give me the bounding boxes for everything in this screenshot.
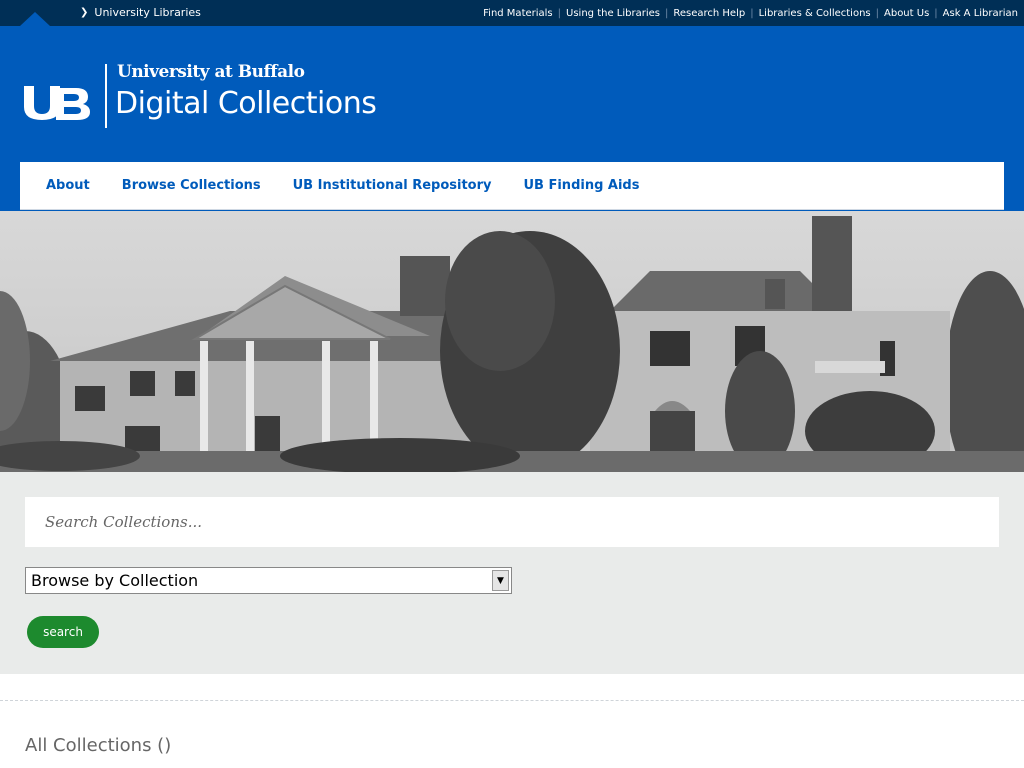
nav-ub-institutional-repository[interactable]: UB Institutional Repository (293, 178, 492, 193)
chevron-right-icon: ❯ (80, 7, 89, 18)
site-title[interactable]: Digital Collections (115, 86, 377, 121)
active-notch (20, 12, 50, 26)
research-help-link[interactable]: Research Help (673, 8, 745, 19)
university-libraries-link[interactable]: ❯ University Libraries (80, 6, 201, 19)
utility-bar: ❯ University Libraries Find Materials | … (0, 0, 1024, 26)
hero-photo-mansion (0, 211, 1024, 472)
mansion-photo (0, 211, 1024, 472)
about-us-link[interactable]: About Us (884, 8, 929, 19)
utility-links: Find Materials | Using the Libraries | R… (483, 8, 1018, 19)
select-value: Browse by Collection (31, 571, 199, 590)
all-collections-heading: All Collections () (25, 735, 172, 756)
nav-about[interactable]: About (46, 178, 90, 193)
nav-ub-finding-aids[interactable]: UB Finding Aids (523, 178, 639, 193)
nav-browse-collections[interactable]: Browse Collections (122, 178, 261, 193)
search-collections-input[interactable] (25, 497, 999, 547)
using-the-libraries-link[interactable]: Using the Libraries (566, 8, 660, 19)
libraries-collections-link[interactable]: Libraries & Collections (759, 8, 871, 19)
university-name[interactable]: University at Buffalo (117, 62, 305, 82)
ub-logo-icon[interactable] (20, 82, 92, 122)
dropdown-arrow-icon[interactable]: ▼ (492, 570, 509, 591)
ask-a-librarian-link[interactable]: Ask A Librarian (943, 8, 1018, 19)
section-divider (0, 700, 1024, 701)
search-button[interactable]: search (27, 616, 99, 648)
main-nav: About Browse Collections UB Institutiona… (20, 162, 1004, 210)
browse-collection-select[interactable]: Browse by Collection ▼ (25, 567, 512, 594)
logo-divider (105, 64, 107, 128)
university-libraries-label: University Libraries (94, 6, 201, 19)
search-panel: Browse by Collection ▼ search (0, 472, 1024, 674)
find-materials-link[interactable]: Find Materials (483, 8, 553, 19)
